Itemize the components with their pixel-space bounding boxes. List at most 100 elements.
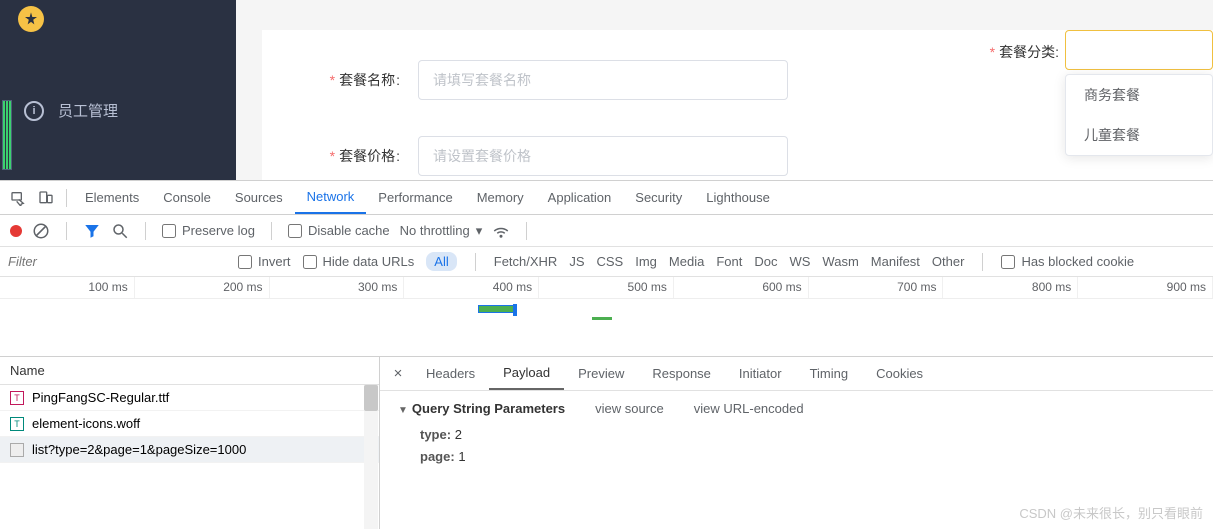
filter-type-wasm[interactable]: Wasm <box>822 254 858 269</box>
tab-memory[interactable]: Memory <box>465 181 536 214</box>
separator <box>271 222 272 240</box>
hide-data-urls-checkbox[interactable]: Hide data URLs <box>303 254 415 269</box>
form-row-price: *套餐价格: <box>322 136 1153 176</box>
request-name: element-icons.woff <box>32 416 140 431</box>
param-row: page: 1 <box>398 446 1195 468</box>
separator <box>475 253 476 271</box>
timeline-body <box>0 299 1213 357</box>
input-setmeal-price[interactable] <box>418 136 788 176</box>
font-file-icon: T <box>10 417 24 431</box>
tab-elements[interactable]: Elements <box>73 181 151 214</box>
close-icon[interactable]: × <box>384 365 412 382</box>
clear-button[interactable] <box>32 222 50 240</box>
inspect-icon[interactable] <box>4 181 32 214</box>
filter-type-img[interactable]: Img <box>635 254 657 269</box>
filter-type-all[interactable]: All <box>426 252 456 271</box>
tab-sources[interactable]: Sources <box>223 181 295 214</box>
request-detail: × Headers Payload Preview Response Initi… <box>380 357 1213 529</box>
detail-tab-cookies[interactable]: Cookies <box>862 357 937 390</box>
qsp-toggle[interactable]: ▼Query String Parameters <box>398 401 565 416</box>
search-icon[interactable] <box>111 222 129 240</box>
timeline-bar <box>478 305 514 313</box>
tab-performance[interactable]: Performance <box>366 181 464 214</box>
input-setmeal-name[interactable] <box>418 60 788 100</box>
devtools-tabbar: Elements Console Sources Network Perform… <box>0 181 1213 215</box>
separator <box>526 222 527 240</box>
dropdown-item-kids[interactable]: 儿童套餐 <box>1066 115 1212 155</box>
has-blocked-cookie-checkbox[interactable]: Has blocked cookie <box>1001 254 1134 269</box>
filter-type-manifest[interactable]: Manifest <box>871 254 920 269</box>
request-row[interactable]: T element-icons.woff <box>0 411 379 437</box>
device-toggle-icon[interactable] <box>32 181 60 214</box>
tick: 600 ms <box>674 277 809 298</box>
detail-tab-initiator[interactable]: Initiator <box>725 357 796 390</box>
detail-tab-headers[interactable]: Headers <box>412 357 489 390</box>
label-category: *套餐分类: <box>990 42 1059 62</box>
scrollbar-thumb[interactable] <box>364 385 378 411</box>
filter-icon[interactable] <box>83 222 101 240</box>
filter-type-ws[interactable]: WS <box>789 254 810 269</box>
tab-lighthouse[interactable]: Lighthouse <box>694 181 782 214</box>
separator <box>145 222 146 240</box>
tab-network[interactable]: Network <box>295 181 367 214</box>
timeline-bar <box>592 317 612 320</box>
tick: 700 ms <box>809 277 944 298</box>
request-list: Name T PingFangSC-Regular.ttf T element-… <box>0 357 380 529</box>
info-icon: i <box>24 101 44 121</box>
view-url-encoded-link[interactable]: view URL-encoded <box>694 401 804 416</box>
detail-tab-timing[interactable]: Timing <box>796 357 863 390</box>
throttling-select[interactable]: No throttling▾ <box>400 223 483 239</box>
filter-type-css[interactable]: CSS <box>597 254 624 269</box>
filter-type-doc[interactable]: Doc <box>754 254 777 269</box>
request-name: PingFangSC-Regular.ttf <box>32 390 169 405</box>
filter-type-media[interactable]: Media <box>669 254 704 269</box>
request-row[interactable]: list?type=2&page=1&pageSize=1000 <box>0 437 379 463</box>
separator <box>982 253 983 271</box>
detail-tab-response[interactable]: Response <box>638 357 725 390</box>
tick: 900 ms <box>1078 277 1213 298</box>
brand-icon <box>18 6 44 32</box>
tick: 500 ms <box>539 277 674 298</box>
detail-tab-preview[interactable]: Preview <box>564 357 638 390</box>
app-top: i 员工管理 *套餐名称: *套餐分类: *套餐价格: 商务套餐 儿童套餐 <box>0 0 1213 180</box>
sidebar-item-label: 员工管理 <box>58 100 118 121</box>
export-har-icon[interactable] <box>571 222 589 240</box>
form-panel: *套餐名称: *套餐分类: *套餐价格: 商务套餐 儿童套餐 <box>262 30 1213 180</box>
qsp-header: ▼Query String Parameters view source vie… <box>398 401 1195 416</box>
preserve-log-checkbox[interactable]: Preserve log <box>162 223 255 238</box>
filter-type-js[interactable]: JS <box>569 254 584 269</box>
view-source-link[interactable]: view source <box>595 401 664 416</box>
tick: 300 ms <box>270 277 405 298</box>
tick: 800 ms <box>943 277 1078 298</box>
network-filter-row: Invert Hide data URLs All Fetch/XHR JS C… <box>0 247 1213 277</box>
sidebar: i 员工管理 <box>0 0 236 180</box>
request-name: list?type=2&page=1&pageSize=1000 <box>32 442 246 457</box>
filter-input[interactable] <box>6 250 226 273</box>
request-row[interactable]: T PingFangSC-Regular.ttf <box>0 385 379 411</box>
form-row-name: *套餐名称: *套餐分类: <box>322 60 1153 100</box>
tab-security[interactable]: Security <box>623 181 694 214</box>
filter-type-fetch[interactable]: Fetch/XHR <box>494 254 558 269</box>
network-conditions-icon[interactable] <box>492 222 510 240</box>
sidebar-item-staff[interactable]: i 员工管理 <box>0 82 236 139</box>
dropdown-item-business[interactable]: 商务套餐 <box>1066 75 1212 115</box>
separator <box>66 189 67 207</box>
column-name[interactable]: Name <box>0 357 379 385</box>
sidebar-logo <box>0 6 236 42</box>
tick: 200 ms <box>135 277 270 298</box>
category-select-trigger[interactable] <box>1065 30 1213 70</box>
font-file-icon: T <box>10 391 24 405</box>
tab-application[interactable]: Application <box>536 181 624 214</box>
invert-checkbox[interactable]: Invert <box>238 254 291 269</box>
timeline-ticks: 100 ms 200 ms 300 ms 400 ms 500 ms 600 m… <box>0 277 1213 299</box>
sidebar-indicator <box>2 100 12 170</box>
detail-tab-payload[interactable]: Payload <box>489 357 564 390</box>
timeline[interactable]: 100 ms 200 ms 300 ms 400 ms 500 ms 600 m… <box>0 277 1213 357</box>
xhr-file-icon <box>10 443 24 457</box>
filter-type-font[interactable]: Font <box>716 254 742 269</box>
filter-type-other[interactable]: Other <box>932 254 965 269</box>
import-har-icon[interactable] <box>543 222 561 240</box>
disable-cache-checkbox[interactable]: Disable cache <box>288 223 390 238</box>
record-button[interactable] <box>10 225 22 237</box>
tab-console[interactable]: Console <box>151 181 223 214</box>
